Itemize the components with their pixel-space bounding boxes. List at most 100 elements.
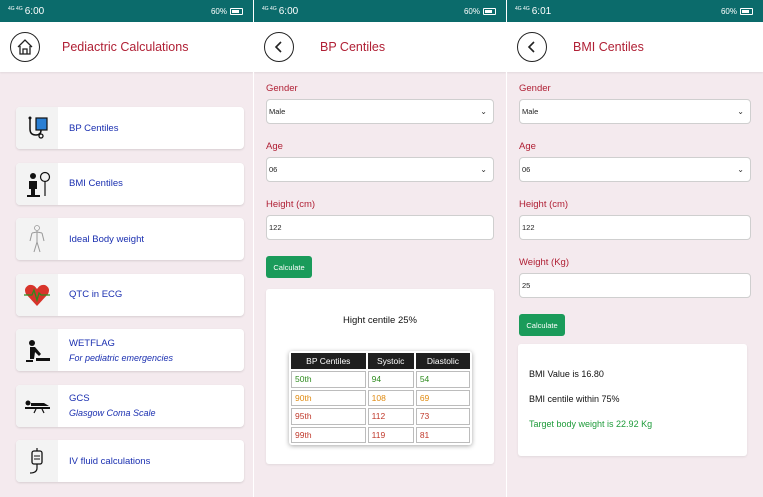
bp-centiles-table: BP Centiles Systoic Diastolic 50th 94 54…: [289, 351, 472, 445]
page-title: BMI Centiles: [573, 40, 644, 54]
age-label: Age: [266, 141, 283, 152]
bp-result-card: Hight centile 25% BP Centiles Systoic Di…: [266, 289, 494, 464]
weight-input[interactable]: 25: [519, 273, 751, 298]
calculate-button[interactable]: Calculate: [266, 256, 312, 278]
height-value: 122: [522, 223, 535, 232]
back-button[interactable]: [517, 32, 547, 62]
battery-icon: [483, 7, 496, 15]
gender-value: Male: [269, 107, 286, 116]
menu-item-label: BP Centiles: [69, 122, 119, 134]
iv-drip-icon: [16, 440, 58, 482]
menu-item-bmi-centiles[interactable]: BMI Centiles: [16, 162, 244, 205]
menu-item-subtitle: Glasgow Coma Scale: [69, 408, 156, 418]
height-centile-result: Hight centile 25%: [343, 315, 417, 326]
signal-indicator: 4G 4G: [8, 5, 23, 12]
bmi-centile-text: BMI centile within 75%: [529, 394, 620, 404]
weight-value: 25: [522, 281, 531, 290]
age-value: 06: [522, 165, 531, 174]
table-cell: 90th: [291, 389, 366, 406]
table-cell: 73: [415, 408, 470, 425]
age-label: Age: [519, 141, 536, 152]
table-cell: 81: [415, 426, 470, 443]
page-title: Pediactric Calculations: [62, 40, 189, 54]
table-header-row: BP Centiles Systoic Diastolic: [291, 353, 470, 369]
battery-icon: [230, 7, 243, 15]
height-input[interactable]: 122: [519, 215, 751, 240]
signal-indicator: 4G 4G: [515, 5, 530, 12]
status-bar: 4G 4G 6:00 60%: [0, 0, 253, 22]
table-row: 90th 108 69: [291, 389, 470, 406]
height-value: 122: [269, 223, 282, 232]
table-cell: 69: [415, 389, 470, 406]
height-label: Height (cm): [266, 199, 316, 210]
menu-item-label: IV fluid calculations: [69, 455, 151, 467]
menu-item-qtc-ecg[interactable]: QTC in ECG: [16, 273, 244, 316]
bp-monitor-icon: [16, 107, 58, 149]
home-screen: 4G 4G 6:00 60% Pediactric Calculations BP…: [0, 0, 253, 497]
body-figure-icon: [16, 218, 58, 260]
page-title: BP Centiles: [320, 40, 386, 54]
chevron-down-icon: ⌄: [480, 165, 487, 174]
menu-item-gcs[interactable]: GCS Glasgow Coma Scale: [16, 384, 244, 427]
bp-centiles-screen: 4G 4G 6:00 60% BP Centiles Gender Male ⌄ A…: [254, 0, 506, 497]
menu-item-label: GCS: [69, 393, 90, 404]
calculate-button[interactable]: Calculate: [519, 314, 565, 336]
height-input[interactable]: 122: [266, 215, 494, 240]
clock: 6:00: [278, 5, 299, 17]
table-cell: 119: [367, 426, 414, 443]
heart-ecg-icon: [16, 273, 58, 316]
battery-icon: [740, 7, 753, 15]
bmi-centiles-screen: 4G 4G 6:01 60% BMI Centiles Gender Male ⌄ …: [507, 0, 763, 497]
chevron-down-icon: ⌄: [737, 107, 744, 116]
clock: 6:01: [531, 5, 552, 17]
table-cell: 54: [415, 371, 470, 388]
gender-select[interactable]: Male ⌄: [266, 99, 494, 124]
menu-item-ideal-body-weight[interactable]: Ideal Body weight: [16, 218, 244, 260]
table-header: BP Centiles: [291, 353, 366, 369]
app-bar: BMI Centiles: [507, 22, 763, 72]
gender-select[interactable]: Male ⌄: [519, 99, 751, 124]
status-bar: 4G 4G 6:01 60%: [507, 0, 763, 22]
cpr-icon: [16, 329, 58, 371]
height-label: Height (cm): [519, 199, 569, 210]
menu-item-label: Ideal Body weight: [69, 233, 144, 245]
battery-level: 60%: [463, 6, 480, 16]
table-row: 50th 94 54: [291, 371, 470, 388]
gender-label: Gender: [519, 83, 551, 94]
table-cell: 99th: [291, 426, 366, 443]
battery-level: 60%: [720, 6, 737, 16]
menu-item-iv-fluid[interactable]: IV fluid calculations: [16, 440, 244, 482]
chevron-down-icon: ⌄: [737, 165, 744, 174]
table-row: 95th 112 73: [291, 408, 470, 425]
back-button[interactable]: [264, 32, 294, 62]
table-cell: 108: [367, 389, 414, 406]
lying-person-icon: [16, 384, 58, 427]
table-row: 99th 119 81: [291, 426, 470, 443]
menu-item-label: BMI Centiles: [69, 178, 123, 189]
age-select[interactable]: 06 ⌄: [519, 157, 751, 182]
app-bar: BP Centiles: [254, 22, 506, 72]
bp-form: Gender Male ⌄ Age 06 ⌄ Height (cm) 122 Cal…: [254, 72, 506, 278]
signal-indicator: 4G 4G: [262, 5, 277, 12]
home-button[interactable]: [10, 32, 40, 62]
battery-level: 60%: [210, 6, 227, 16]
gender-value: Male: [522, 107, 539, 116]
menu-item-bp-centiles[interactable]: BP Centiles: [16, 107, 244, 149]
bmi-scale-icon: [16, 162, 58, 205]
menu-item-label: WETFLAG: [69, 337, 115, 349]
screens-container: 4G 4G 6:00 60% Pediactric Calculations BP…: [0, 0, 763, 497]
status-bar: 4G 4G 6:00 60%: [254, 0, 506, 22]
bmi-result-card: BMI Value is 16.80 BMI centile within 75…: [518, 344, 747, 456]
bmi-value-text: BMI Value is 16.80: [529, 369, 604, 379]
calculations-menu: BP Centiles BMI Centiles Ideal Body weig…: [0, 72, 253, 482]
home-icon: [17, 39, 33, 55]
bmi-form: Gender Male ⌄ Age 06 ⌄ Height (cm) 122 Wei…: [507, 72, 763, 336]
weight-label: Weight (Kg): [519, 257, 569, 268]
chevron-down-icon: ⌄: [480, 107, 487, 116]
table-cell: 112: [367, 408, 414, 425]
table-header: Diastolic: [415, 353, 470, 369]
menu-item-wetflag[interactable]: WETFLAG For pediatric emergencies: [16, 329, 244, 371]
age-select[interactable]: 06 ⌄: [266, 157, 494, 182]
table-cell: 95th: [291, 408, 366, 425]
chevron-left-icon: [527, 41, 535, 53]
